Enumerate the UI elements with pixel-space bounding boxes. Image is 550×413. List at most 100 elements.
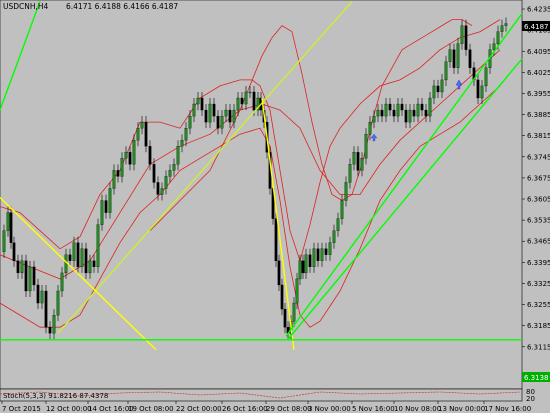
x-tick-label: 17 Nov 16:00 xyxy=(484,405,531,413)
candle-down xyxy=(452,49,456,68)
stoch-level-20: 20 xyxy=(526,395,535,403)
candle-up xyxy=(492,43,496,50)
candle-up xyxy=(312,248,316,268)
candle-down xyxy=(216,115,220,129)
candle-up xyxy=(428,97,432,117)
candle-up xyxy=(352,152,356,165)
candle-up xyxy=(500,25,504,32)
candle-up xyxy=(160,188,164,195)
candle-up xyxy=(348,164,352,183)
candle-up xyxy=(136,128,140,141)
candle-down xyxy=(9,212,13,243)
candle-up xyxy=(432,85,436,99)
candle-up xyxy=(484,67,488,87)
y-tick-label: 6.3955 xyxy=(527,90,550,98)
x-tick-label: 5 Nov 16:00 xyxy=(352,405,395,413)
candle-down xyxy=(128,152,132,165)
x-tick-label: 7 Oct 2015 xyxy=(2,405,41,413)
candle-up xyxy=(344,182,348,201)
candle-down xyxy=(308,254,312,268)
x-tick-label: 29 Oct 08:00 xyxy=(266,405,312,413)
candle-up xyxy=(28,266,32,292)
candle-down xyxy=(436,85,440,93)
candle-down xyxy=(84,248,88,274)
candle-up xyxy=(328,242,332,255)
candle-down xyxy=(420,103,424,111)
candle-down xyxy=(12,242,16,261)
candle-up xyxy=(496,31,500,44)
x-tick-label: 22 Oct 00:00 xyxy=(176,405,222,413)
candle-down xyxy=(252,91,256,111)
candle-down xyxy=(356,152,360,171)
candle-down xyxy=(400,103,404,111)
candle-down xyxy=(148,146,152,165)
y-tick-label: 6.3675 xyxy=(527,174,550,182)
candle-up xyxy=(80,248,84,268)
candle-up xyxy=(292,302,296,322)
y-tick-label: 6.3115 xyxy=(527,343,550,351)
candle-up xyxy=(408,109,412,123)
ohlc-readout: 6.4171 6.4188 6.4166 6.4187 xyxy=(66,2,178,11)
candle-up xyxy=(40,290,44,304)
candle-up xyxy=(132,140,136,165)
candle-down xyxy=(301,260,305,274)
candle-up xyxy=(140,121,144,129)
candle-up xyxy=(376,109,380,117)
x-tick-label: 13 Nov 00:00 xyxy=(438,405,485,413)
candle-up xyxy=(372,115,376,123)
candle-up xyxy=(208,103,212,123)
candle-down xyxy=(464,25,468,50)
candle-up xyxy=(172,164,176,171)
y-tick-label: 6.3745 xyxy=(527,153,550,161)
x-tick-label: 3 Nov 00:00 xyxy=(308,405,351,413)
candle-down xyxy=(277,260,281,286)
y-tick-label: 6.3185 xyxy=(527,322,550,330)
candle-up xyxy=(88,260,92,274)
candle-up xyxy=(364,134,368,159)
candle-down xyxy=(156,182,160,195)
candle-up xyxy=(368,121,372,135)
y-tick-label: 6.4235 xyxy=(527,6,550,14)
support-price-label: 6.3138 xyxy=(524,374,549,382)
y-tick-label: 6.3255 xyxy=(527,301,550,309)
candle-up xyxy=(56,290,60,316)
stochastic-panel[interactable]: Stoch(5,3,3) 91.8216 87.4378 80 20 xyxy=(0,388,535,403)
candle-down xyxy=(274,218,278,261)
current-price-tag: 6.4187 xyxy=(522,21,550,31)
candle-up xyxy=(444,61,448,81)
y-tick-label: 6.4095 xyxy=(527,48,550,56)
candle-down xyxy=(404,109,408,123)
candle-down xyxy=(36,284,40,304)
candle-down xyxy=(32,266,36,286)
y-tick-label: 6.4025 xyxy=(527,69,550,77)
candle-up xyxy=(504,23,508,26)
chart-window[interactable]: 6.42356.41656.40956.40256.39556.38856.38… xyxy=(0,0,550,413)
candle-down xyxy=(76,242,80,268)
candle-down xyxy=(283,308,287,328)
candle-up xyxy=(416,103,420,117)
candle-up xyxy=(456,43,460,68)
candle-up xyxy=(224,109,228,117)
candle-down xyxy=(392,109,396,117)
candle-up xyxy=(232,109,236,123)
candle-up xyxy=(120,158,124,177)
candle-up xyxy=(108,188,112,213)
candle-up xyxy=(180,140,184,147)
candle-down xyxy=(44,290,48,328)
candle-up xyxy=(168,170,172,177)
candle-up xyxy=(52,314,56,334)
candle-down xyxy=(116,170,120,177)
candle-up xyxy=(244,91,248,105)
x-tick-label: 10 Nov 08:00 xyxy=(394,405,441,413)
candle-down xyxy=(24,260,28,292)
candle-down xyxy=(280,284,284,310)
x-tick-label: 14 Oct 16:00 xyxy=(88,405,134,413)
candle-down xyxy=(68,254,72,261)
candle-up xyxy=(100,200,104,225)
candle-up xyxy=(480,85,484,99)
candle-down xyxy=(92,260,96,268)
candle-up xyxy=(196,97,200,105)
candle-up xyxy=(295,278,299,304)
price-chart[interactable]: 6.42356.41656.40956.40256.39556.38856.38… xyxy=(0,0,550,413)
candle-up xyxy=(236,97,240,111)
